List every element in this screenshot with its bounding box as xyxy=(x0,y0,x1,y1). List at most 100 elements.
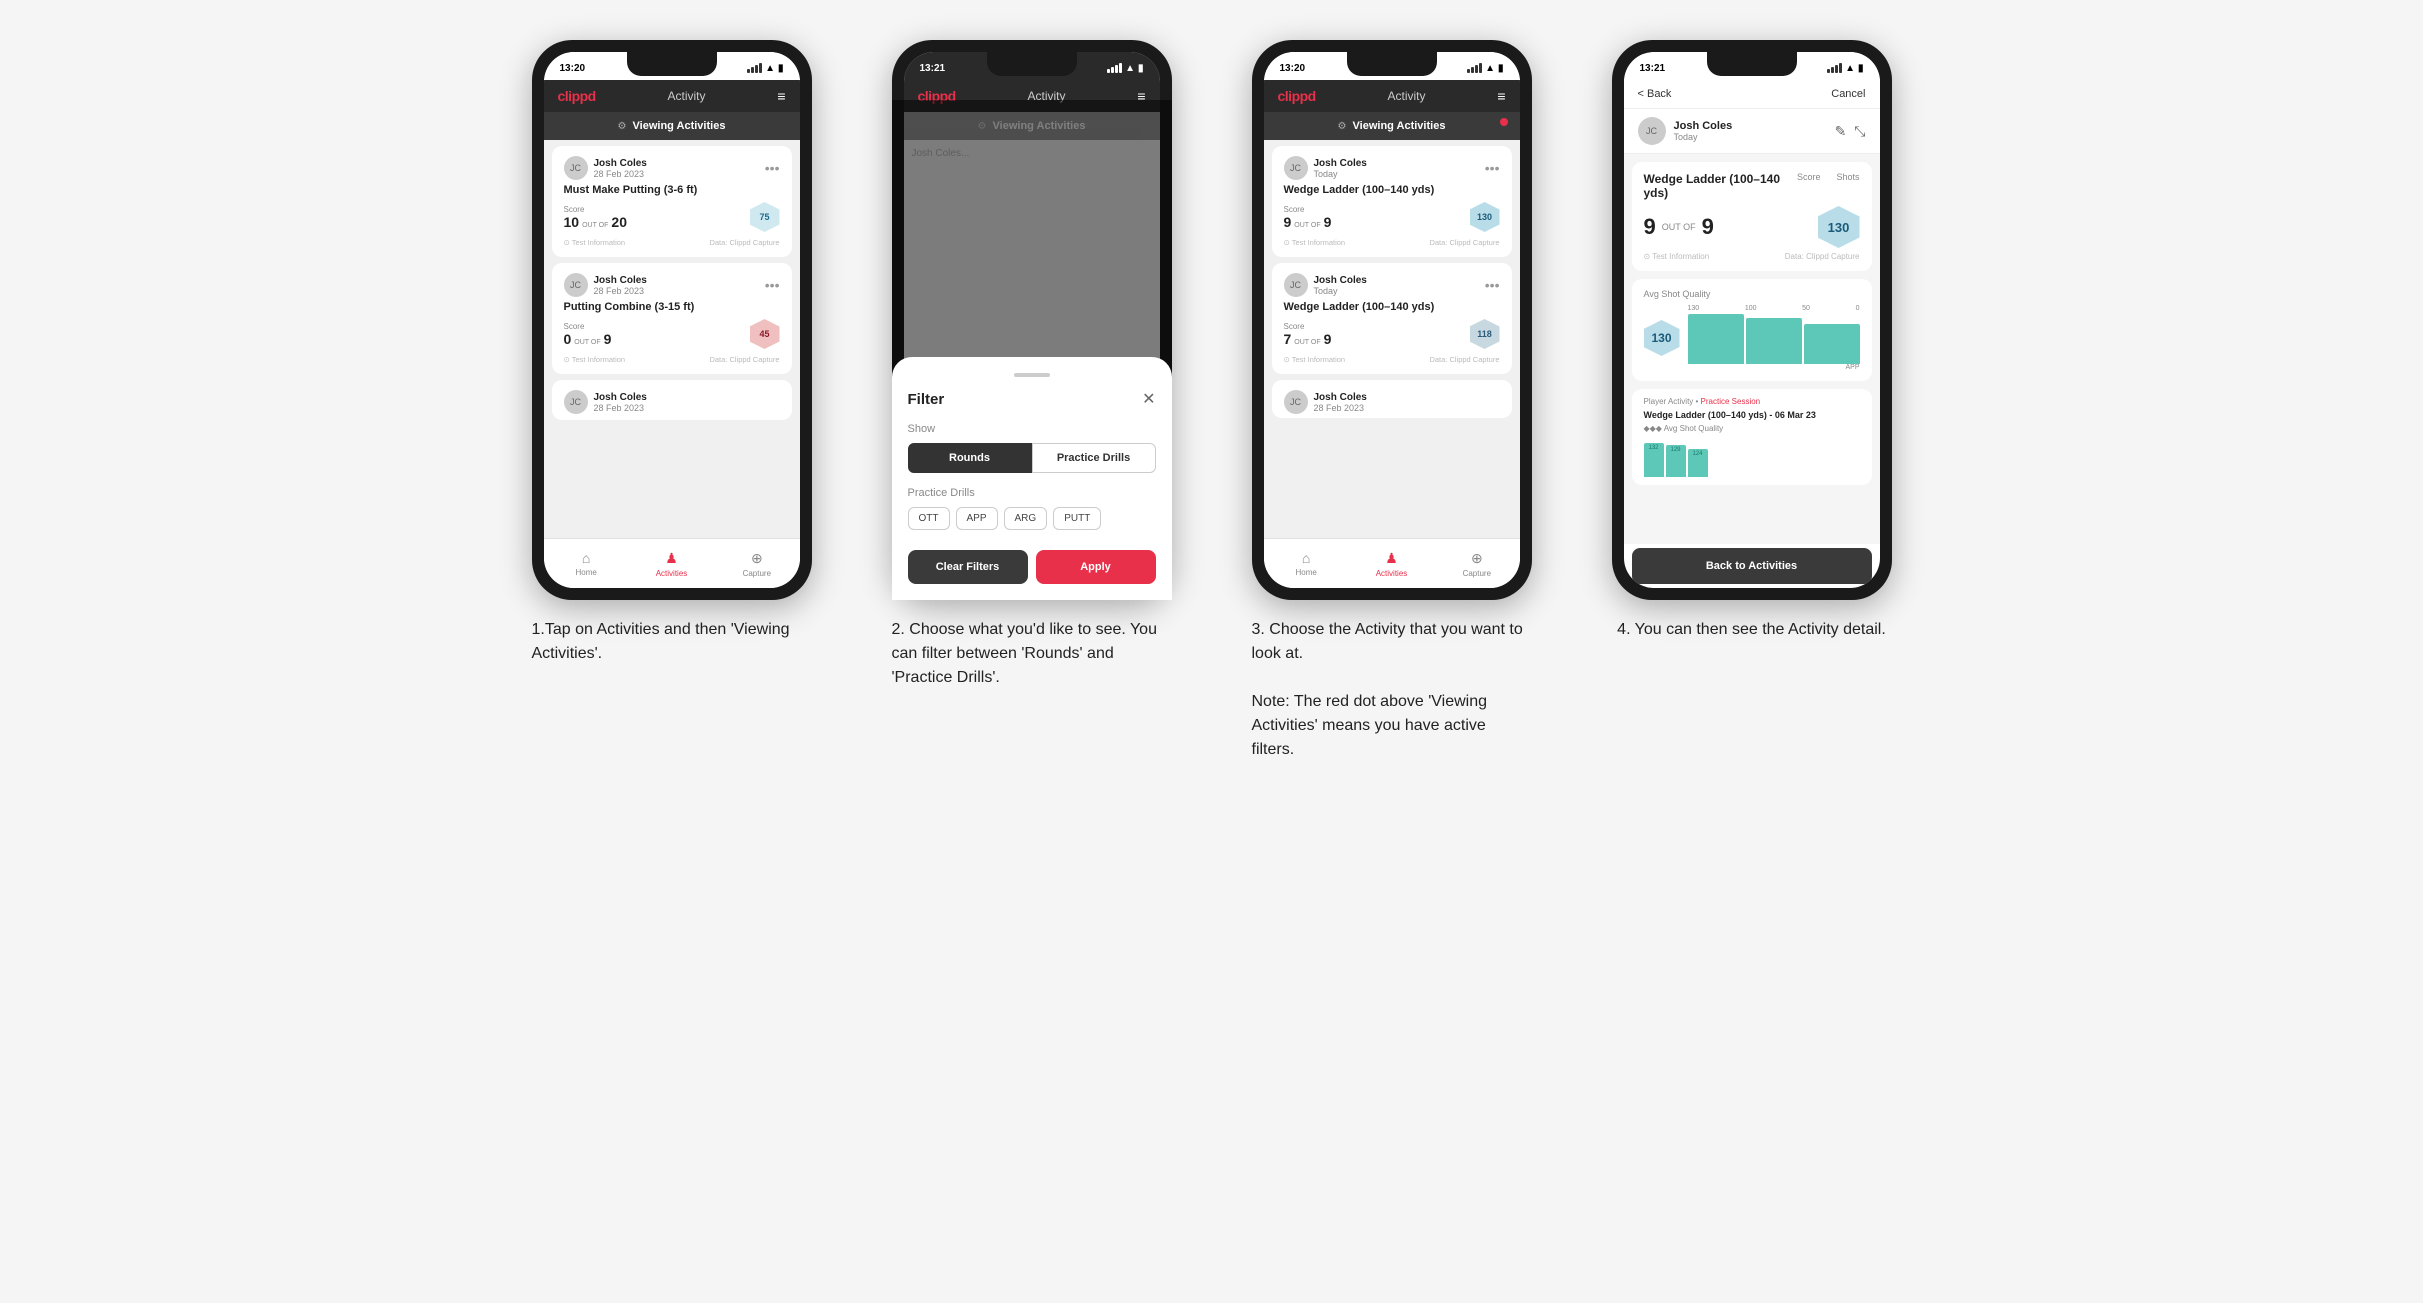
activity-card-3-2[interactable]: JC Josh Coles Today ••• Wedge Ladder (10… xyxy=(1272,263,1512,374)
score-value-3-2: 7 xyxy=(1284,331,1292,347)
cancel-button[interactable]: Cancel xyxy=(1831,88,1865,100)
phone-4-wrapper: 13:21 ▲ ▮ xyxy=(1612,40,1892,600)
detail-user-info: JC Josh Coles Today xyxy=(1638,117,1733,145)
detail-shots-value: 9 xyxy=(1702,214,1714,240)
user-info-2: JC Josh Coles 28 Feb 2023 xyxy=(564,273,647,297)
card-footer-3-2: ⊙ Test Information Data: Clippd Capture xyxy=(1284,355,1500,364)
home-icon-1: ⌂ xyxy=(582,550,590,566)
viewing-activities-text-1: Viewing Activities xyxy=(633,120,726,132)
nav-capture-1[interactable]: ⊕ Capture xyxy=(714,539,799,588)
filter-modal: Filter ✕ Show Rounds Practice Drills Pra… xyxy=(904,357,1160,588)
detail-info-left: ⊙ Test Information xyxy=(1644,252,1710,261)
stats-row-3-2: Score 7 OUT OF 9 118 xyxy=(1284,319,1500,349)
edit-icon[interactable]: ✎ xyxy=(1835,123,1847,140)
avatar-1: JC xyxy=(564,156,588,180)
capture-icon-3: ⊕ xyxy=(1471,550,1483,567)
main-score-card: Wedge Ladder (100–140 yds) Score Shots 9… xyxy=(1632,162,1872,271)
quality-badge-3-2: 118 xyxy=(1470,319,1500,349)
dots-menu-3-2[interactable]: ••• xyxy=(1485,277,1500,293)
user-name-2: Josh Coles xyxy=(594,275,647,286)
chart-quality-hexagon: 130 xyxy=(1644,320,1680,356)
dots-menu-3-1[interactable]: ••• xyxy=(1485,160,1500,176)
back-to-activities-button[interactable]: Back to Activities xyxy=(1632,548,1872,584)
chip-arg[interactable]: ARG xyxy=(1004,507,1048,530)
activity-card-2[interactable]: JC Josh Coles 28 Feb 2023 ••• Putting Co… xyxy=(552,263,792,374)
chart-bar-1 xyxy=(1688,314,1744,364)
phone-4-frame: 13:21 ▲ ▮ xyxy=(1612,40,1892,600)
home-icon-3: ⌂ xyxy=(1302,550,1310,566)
status-icons-4: ▲ ▮ xyxy=(1827,63,1863,74)
score-value-1: 10 xyxy=(564,214,580,230)
expand-icon[interactable]: ⤡ xyxy=(1854,123,1865,140)
avatar-3: JC xyxy=(564,390,588,414)
screen-content-3: JC Josh Coles Today ••• Wedge Ladder (10… xyxy=(1264,140,1520,538)
nav-activities-1[interactable]: ♟ Activities xyxy=(629,539,714,588)
nav-capture-3[interactable]: ⊕ Capture xyxy=(1434,539,1519,588)
bar4-3 xyxy=(1479,63,1482,73)
detail-quality-badge: 130 xyxy=(1818,206,1860,248)
user-date-3-3: 28 Feb 2023 xyxy=(1314,403,1367,413)
chip-ott[interactable]: OTT xyxy=(908,507,950,530)
time-1: 13:20 xyxy=(560,63,586,74)
filter-toggle-row: Rounds Practice Drills xyxy=(908,443,1156,473)
wifi-icon-4: ▲ xyxy=(1845,63,1855,74)
user-info-1: JC Josh Coles 28 Feb 2023 xyxy=(564,156,647,180)
info-left-3-2: ⊙ Test Information xyxy=(1284,355,1346,364)
hamburger-menu-3[interactable]: ≡ xyxy=(1497,88,1505,104)
user-date-2: 28 Feb 2023 xyxy=(594,286,647,296)
bottom-nav-1: ⌂ Home ♟ Activities ⊕ Capture xyxy=(544,538,800,588)
nav-activities-3[interactable]: ♟ Activities xyxy=(1349,539,1434,588)
bar1-3 xyxy=(1467,69,1470,73)
viewing-activities-bar-3[interactable]: ⚙ Viewing Activities xyxy=(1264,112,1520,140)
phone-1-frame: 13:20 ▲ ▮ xyxy=(532,40,812,600)
dots-menu-1[interactable]: ••• xyxy=(765,160,780,176)
chart-content: 130 130 100 50 0 xyxy=(1644,305,1860,371)
score-label-3-2: Score xyxy=(1284,322,1332,331)
avg-quality-session-label: ◆◆◆ Avg Shot Quality xyxy=(1644,424,1860,433)
activity-card-3-1[interactable]: JC Josh Coles Today ••• Wedge Ladder (10… xyxy=(1272,146,1512,257)
quality-badge-2: 45 xyxy=(750,319,780,349)
back-button[interactable]: < Back xyxy=(1638,88,1672,100)
session-bar-2: 129 xyxy=(1666,445,1686,477)
outof-3-2: OUT OF xyxy=(1294,339,1320,346)
stats-row-1: Score 10 OUT OF 20 75 xyxy=(564,202,780,232)
viewing-activities-bar-1[interactable]: ⚙ Viewing Activities xyxy=(544,112,800,140)
detail-info-row: ⊙ Test Information Data: Clippd Capture xyxy=(1644,252,1860,261)
practice-drills-toggle-btn[interactable]: Practice Drills xyxy=(1032,443,1156,473)
rounds-toggle-btn[interactable]: Rounds xyxy=(908,443,1032,473)
user-info-3-3: JC Josh Coles 28 Feb 2023 xyxy=(1284,390,1367,414)
chip-app[interactable]: APP xyxy=(956,507,998,530)
chip-putt[interactable]: PUTT xyxy=(1053,507,1101,530)
shots-value-2: 9 xyxy=(604,331,612,347)
user-name-3-1: Josh Coles xyxy=(1314,158,1367,169)
clear-filters-button[interactable]: Clear Filters xyxy=(908,550,1028,584)
detail-content: Wedge Ladder (100–140 yds) Score Shots 9… xyxy=(1624,154,1880,544)
apply-button[interactable]: Apply xyxy=(1036,550,1156,584)
shots-value-1: 20 xyxy=(611,214,627,230)
caption-4: 4. You can then see the Activity detail. xyxy=(1617,618,1886,642)
filter-close-icon[interactable]: ✕ xyxy=(1142,389,1155,409)
activity-card-1[interactable]: JC Josh Coles 28 Feb 2023 ••• Must Make … xyxy=(552,146,792,257)
caption-3: 3. Choose the Activity that you want to … xyxy=(1252,618,1532,762)
hamburger-menu-1[interactable]: ≡ xyxy=(777,88,785,104)
detail-info-right: Data: Clippd Capture xyxy=(1785,252,1860,261)
nav-home-3[interactable]: ⌂ Home xyxy=(1264,539,1349,588)
user-info-3: JC Josh Coles 28 Feb 2023 xyxy=(564,390,647,414)
outof-2: OUT OF xyxy=(574,339,600,346)
session-title: Wedge Ladder (100–140 yds) - 06 Mar 23 xyxy=(1644,410,1860,420)
nav-home-1[interactable]: ⌂ Home xyxy=(544,539,629,588)
bottom-nav-3: ⌂ Home ♟ Activities ⊕ Capture xyxy=(1264,538,1520,588)
stats-row-2: Score 0 OUT OF 9 45 xyxy=(564,319,780,349)
user-date-1: 28 Feb 2023 xyxy=(594,169,647,179)
home-label-1: Home xyxy=(575,568,596,577)
user-details-3-2: Josh Coles Today xyxy=(1314,275,1367,296)
user-details-1: Josh Coles 28 Feb 2023 xyxy=(594,158,647,179)
activity-title-2: Putting Combine (3-15 ft) xyxy=(564,301,780,313)
filter-header: Filter ✕ xyxy=(908,389,1156,409)
battery-icon-1: ▮ xyxy=(778,63,784,74)
detail-labels: Score Shots xyxy=(1797,172,1860,182)
battery-icon-4: ▮ xyxy=(1858,63,1864,74)
dots-menu-2[interactable]: ••• xyxy=(765,277,780,293)
app-header-1: clippd Activity ≡ xyxy=(544,80,800,112)
session-link[interactable]: Practice Session xyxy=(1701,397,1761,406)
